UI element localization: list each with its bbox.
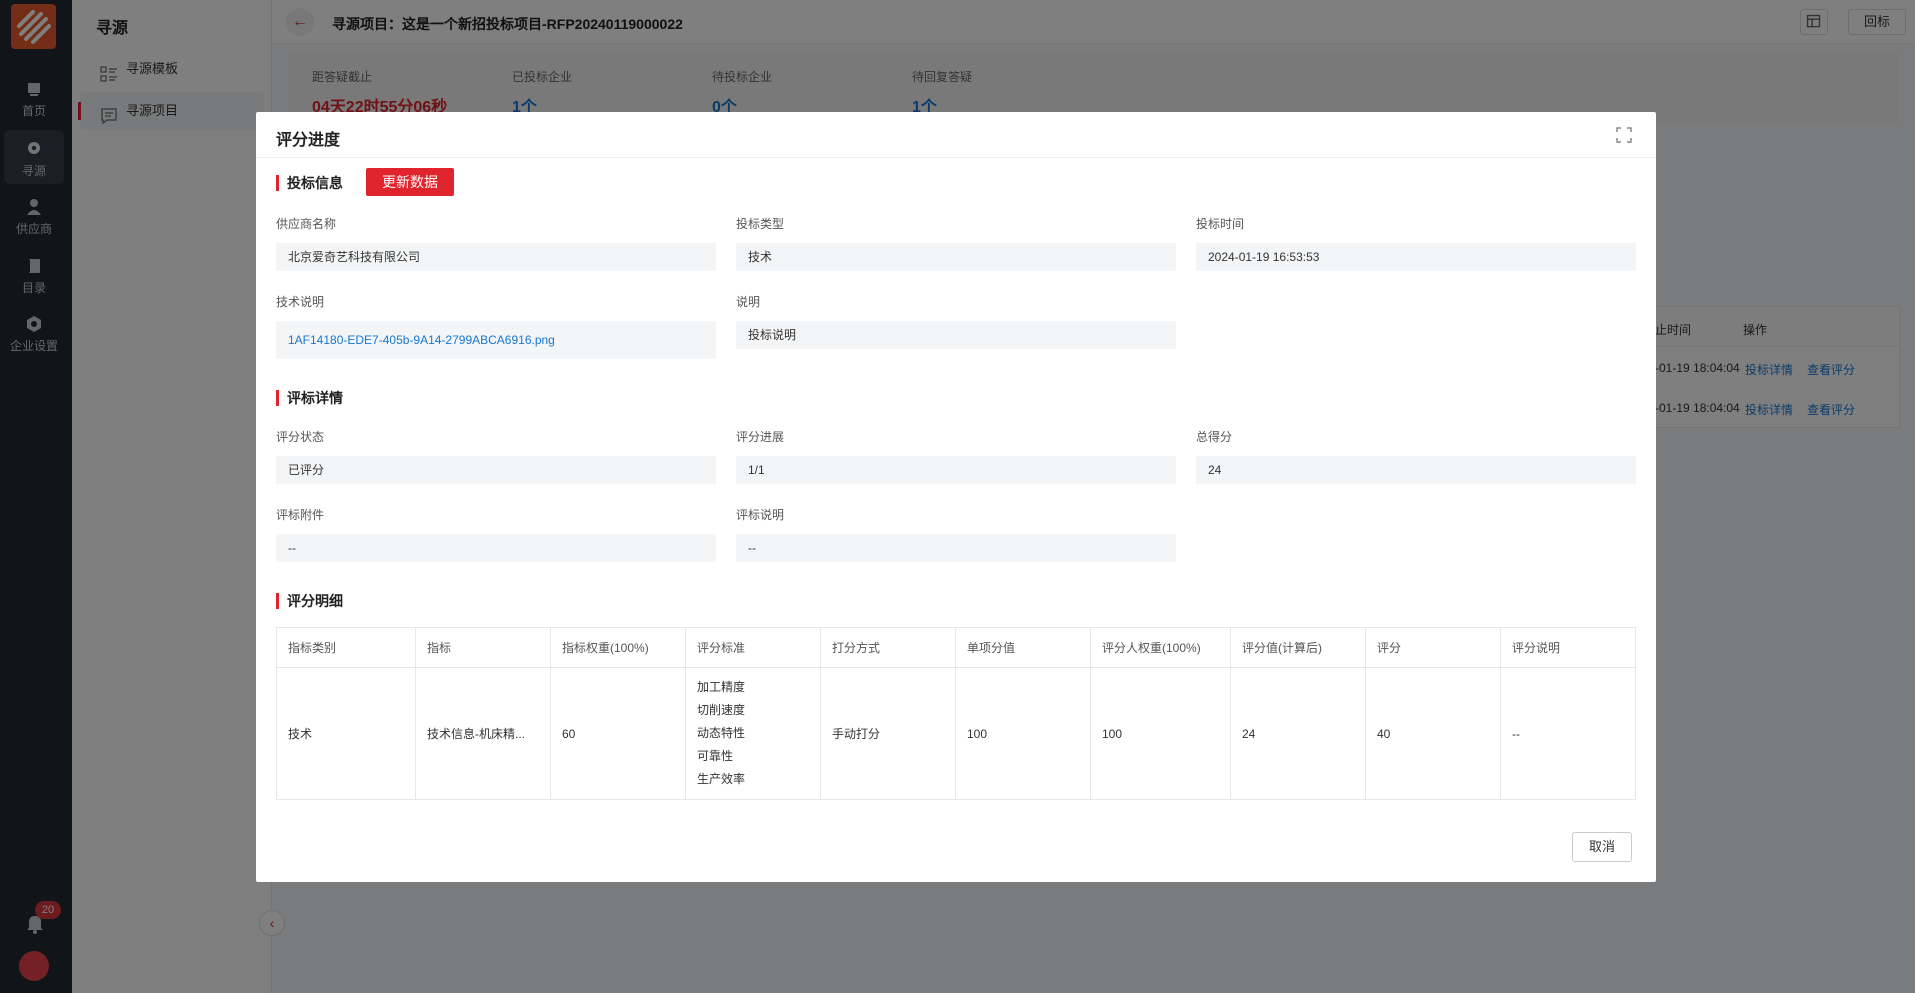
column-header: 打分方式 (820, 627, 956, 668)
eval-attachment-field: 评标附件 -- (276, 506, 716, 562)
field-label: 说明 (736, 295, 761, 309)
table-header-row: 指标类别 指标 指标权重(100%) 评分标准 打分方式 单项分值 评分人权重(… (276, 627, 1636, 668)
criteria-item: 动态特性 (697, 726, 746, 740)
section-score-detail: 评分明细 (276, 593, 343, 609)
bid-type-field: 投标类型 技术 (736, 215, 1176, 271)
table-cell: 技术信息-机床精... (415, 667, 551, 800)
score-detail-table: 指标类别 指标 指标权重(100%) 评分标准 打分方式 单项分值 评分人权重(… (276, 627, 1636, 800)
field-label: 评分进展 (736, 430, 785, 444)
total-score-field: 总得分 24 (1196, 428, 1636, 484)
eval-progress-field: 评分进展 1/1 (736, 428, 1176, 484)
table-cell: 24 (1230, 667, 1366, 800)
column-header: 评分值(计算后) (1230, 627, 1366, 668)
section-bid-info: 投标信息 (276, 175, 343, 191)
table-cell: 60 (550, 667, 686, 800)
field-value: -- (736, 534, 1176, 562)
criteria-item: 切削速度 (697, 703, 746, 717)
criteria-item: 加工精度 (697, 680, 746, 694)
table-row: 技术 技术信息-机床精... 60 加工精度 切削速度 动态特性 可靠性 生产效… (276, 667, 1636, 800)
field-value: 北京爱奇艺科技有限公司 (276, 243, 716, 271)
column-header: 指标权重(100%) (550, 627, 686, 668)
table-cell: 100 (955, 667, 1091, 800)
field-label: 投标类型 (736, 217, 785, 231)
bid-time-field: 投标时间 2024-01-19 16:53:53 (1196, 215, 1636, 271)
field-value: 已评分 (276, 456, 716, 484)
table-cell: 手动打分 (820, 667, 956, 800)
field-label: 投标时间 (1196, 217, 1245, 231)
field-value: 技术 (736, 243, 1176, 271)
remark-field: 说明 投标说明 (736, 293, 1176, 349)
field-value: 投标说明 (736, 321, 1176, 349)
dialog-header: 评分进度 (256, 112, 1656, 158)
criteria-item: 生产效率 (697, 772, 746, 786)
field-label: 评标附件 (276, 508, 325, 522)
refresh-data-button[interactable]: 更新数据 (366, 168, 454, 196)
column-header: 评分 (1365, 627, 1501, 668)
field-value: -- (276, 534, 716, 562)
field-label: 评分状态 (276, 430, 325, 444)
field-label: 技术说明 (276, 295, 325, 309)
column-header: 单项分值 (955, 627, 1091, 668)
supplier-name-field: 供应商名称 北京爱奇艺科技有限公司 (276, 215, 716, 271)
field-label: 供应商名称 (276, 217, 337, 231)
criteria-item: 可靠性 (697, 749, 734, 763)
column-header: 指标类别 (276, 627, 416, 668)
field-value: 2024-01-19 16:53:53 (1196, 243, 1636, 271)
dialog-title: 评分进度 (276, 132, 341, 149)
eval-status-field: 评分状态 已评分 (276, 428, 716, 484)
column-header: 指标 (415, 627, 551, 668)
field-value: 24 (1196, 456, 1636, 484)
table-cell: 100 (1090, 667, 1231, 800)
field-value: 1/1 (736, 456, 1176, 484)
table-cell: 40 (1365, 667, 1501, 800)
tech-desc-field: 技术说明 1AF14180-EDE7-405b-9A14-2799ABCA691… (276, 293, 716, 359)
column-header: 评分标准 (685, 627, 821, 668)
eval-desc-field: 评标说明 -- (736, 506, 1176, 562)
column-header: 评分说明 (1500, 627, 1636, 668)
score-progress-dialog: 评分进度 投标信息 更新数据 供应商名称 北京爱奇艺科技有限公司 投标类型 技术… (256, 112, 1656, 882)
tech-desc-file-link[interactable]: 1AF14180-EDE7-405b-9A14-2799ABCA6916.png (288, 333, 555, 347)
column-header: 评分人权重(100%) (1090, 627, 1231, 668)
cancel-button[interactable]: 取消 (1572, 832, 1632, 862)
field-label: 总得分 (1196, 430, 1233, 444)
fullscreen-icon[interactable] (1616, 127, 1632, 143)
table-cell: -- (1500, 667, 1636, 800)
section-eval-detail: 评标详情 (276, 390, 343, 406)
criteria-cell: 加工精度 切削速度 动态特性 可靠性 生产效率 (685, 667, 821, 800)
table-cell: 技术 (276, 667, 416, 800)
field-label: 评标说明 (736, 508, 785, 522)
